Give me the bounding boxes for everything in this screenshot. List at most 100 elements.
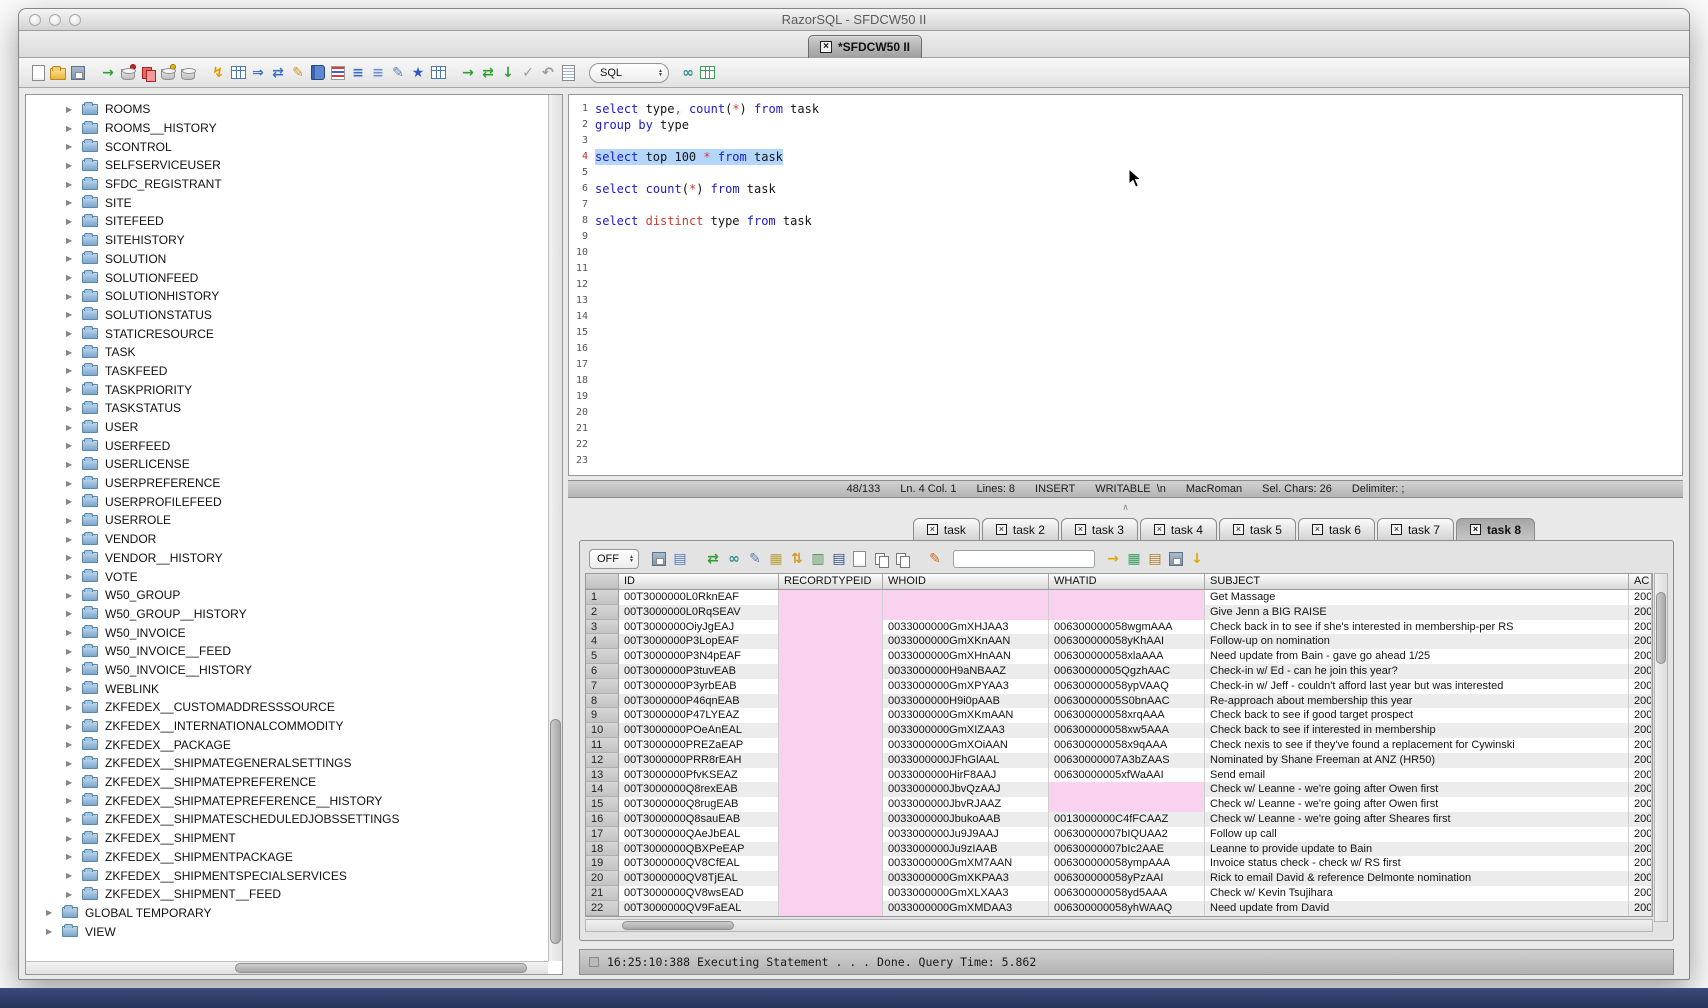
disclosure-triangle-icon[interactable]: ▶ [66,236,79,245]
sidebar-item-w50-group-history[interactable]: ▶W50_GROUP__HISTORY [26,605,562,624]
sidebar-item-zkfedex-shipment[interactable]: ▶ZKFEDEX__SHIPMENT [26,829,562,848]
tree-vscroll-thumb[interactable] [550,719,561,944]
disclosure-triangle-icon[interactable]: ▶ [66,385,79,394]
disclosure-triangle-icon[interactable]: ▶ [66,815,79,824]
title-bar[interactable]: RazorSQL - SFDCW50 II [19,9,1689,31]
sidebar-item-zkfedex-shipmentpackage[interactable]: ▶ZKFEDEX__SHIPMENTPACKAGE [26,848,562,867]
sidebar-item-userfeed[interactable]: ▶USERFEED [26,436,562,455]
export-doc-icon[interactable]: ⇒ [249,64,267,82]
sidebar-item-sfdc-registrant[interactable]: ▶SFDC_REGISTRANT [26,175,562,194]
disclosure-triangle-icon[interactable]: ▶ [66,703,79,712]
results-tab-task-6[interactable]: ×task 6 [1298,518,1375,540]
disclosure-triangle-icon[interactable]: ▶ [66,348,79,357]
new-file-icon[interactable] [29,64,47,82]
editor-line[interactable]: 4select top 100 * from task [569,149,1682,165]
table-row[interactable]: 400T3000000P3LopEAF0033000000GmXKnAAN006… [586,634,1652,649]
table-row[interactable]: 2000T3000000QV8TjEAL0033000000GmXKPAA300… [586,871,1652,886]
results-tab-task-2[interactable]: ×task 2 [982,518,1059,540]
editor-line[interactable]: 12 [569,277,1682,293]
zoom-window-icon[interactable] [69,14,81,26]
table-row[interactable]: 2200T3000000QV9FaEAL0033000000GmXMDAA300… [586,901,1652,916]
disclosure-triangle-icon[interactable]: ▶ [66,890,79,899]
disclosure-triangle-icon[interactable]: ▶ [66,535,79,544]
table-row[interactable]: 900T3000000P47LYEAZ0033000000GmXKmAAN006… [586,708,1652,723]
disclosure-triangle-icon[interactable]: ▶ [46,927,59,936]
close-window-icon[interactable] [29,14,41,26]
sidebar-item-sitefeed[interactable]: ▶SITEFEED [26,212,562,231]
sidebar-item-rooms[interactable]: ▶ROOMS [26,100,562,119]
editor-line[interactable]: 6select count(*) from task [569,181,1682,197]
editor-line[interactable]: 19 [569,389,1682,405]
sidebar-item-w50-invoice-history[interactable]: ▶W50_INVOICE__HISTORY [26,661,562,680]
results-tab-task-5[interactable]: ×task 5 [1219,518,1296,540]
table-row[interactable]: 800T3000000P46qnEAB0033000000H9i0pAAB006… [586,694,1652,709]
stop-icon[interactable] [589,957,599,967]
disconnect-all-icon[interactable] [139,64,157,82]
tree-hscroll-thumb[interactable] [235,963,527,973]
editor-line[interactable]: 7 [569,197,1682,213]
sidebar-item-taskpriority[interactable]: ▶TASKPRIORITY [26,380,562,399]
editor-line[interactable]: 17 [569,357,1682,373]
sidebar-item-solution[interactable]: ▶SOLUTION [26,250,562,269]
save-results-icon[interactable] [650,550,668,568]
table-refresh-icon[interactable]: ▥ [809,550,827,568]
sidebar-item-user[interactable]: ▶USER [26,418,562,437]
sidebar-item-solutionhistory[interactable]: ▶SOLUTIONHISTORY [26,287,562,306]
editor-line[interactable]: 3 [569,133,1682,149]
editor-line[interactable]: 20 [569,405,1682,421]
db-tools-icon[interactable] [179,64,197,82]
help-book-icon[interactable] [309,64,327,82]
sidebar-item-userrole[interactable]: ▶USERROLE [26,511,562,530]
copy-table-icon[interactable] [893,550,911,568]
sql-editor[interactable]: 1select type, count(*) from task2group b… [568,94,1683,476]
editor-line[interactable]: 8select distinct type from task [569,213,1682,229]
merge-rows-icon[interactable]: ▦ [767,550,785,568]
table-row[interactable]: 1200T3000000PRR8rEAH0033000000JFhGlAAL00… [586,753,1652,768]
table-row[interactable]: 200T3000000L0RqSEAVGive Jenn a BIG RAISE… [586,605,1652,620]
table-vscroll-thumb[interactable] [1656,592,1666,664]
sidebar-item-rooms-history[interactable]: ▶ROOMS__HISTORY [26,119,562,138]
column-header[interactable]: ID [619,574,779,589]
table-row[interactable]: 700T3000000P3yrbEAB0033000000GmXPYAA3006… [586,679,1652,694]
format-edit-icon[interactable]: ✎ [389,64,407,82]
tab-close-icon[interactable]: × [1233,524,1244,535]
sidebar-item-zkfedex-shipmategeneralsettings[interactable]: ▶ZKFEDEX__SHIPMATEGENERALSETTINGS [26,754,562,773]
disclosure-triangle-icon[interactable]: ▶ [66,572,79,581]
sidebar-item-userprofilefeed[interactable]: ▶USERPROFILEFEED [26,492,562,511]
table-row[interactable]: 300T3000000OiyJgEAJ0033000000GmXHJAA3006… [586,620,1652,635]
sort-updown-icon[interactable]: ⇅ [788,550,806,568]
editor-line[interactable]: 23 [569,453,1682,469]
column-header[interactable]: WHATID [1049,574,1205,589]
disclosure-triangle-icon[interactable]: ▶ [66,871,79,880]
sidebar-item-vote[interactable]: ▶VOTE [26,567,562,586]
table-row[interactable]: 100T3000000L0RknEAFGet Massage200 [586,590,1652,605]
new-db-icon[interactable] [159,64,177,82]
document-tab[interactable]: × *SFDCW50 II [808,35,922,58]
editor-line[interactable]: 22 [569,437,1682,453]
sidebar-item-vendor-history[interactable]: ▶VENDOR__HISTORY [26,549,562,568]
sidebar-item-scontrol[interactable]: ▶SCONTROL [26,137,562,156]
disclosure-triangle-icon[interactable]: ▶ [66,516,79,525]
sidebar-item-site[interactable]: ▶SITE [26,193,562,212]
sidebar-item-view[interactable]: ▶VIEW [26,922,562,941]
results-tab-task-7[interactable]: ×task 7 [1377,518,1454,540]
editor-line[interactable]: 5 [569,165,1682,181]
editor-line[interactable]: 14 [569,309,1682,325]
sidebar-item-weblink[interactable]: ▶WEBLINK [26,679,562,698]
filter-results-icon[interactable]: ▤ [671,550,689,568]
column-header[interactable]: AC [1629,574,1652,589]
script-view-icon[interactable]: ▤ [1146,550,1164,568]
table-row[interactable]: 500T3000000P3N4pEAF0033000000GmXHnAAN006… [586,649,1652,664]
tab-close-icon[interactable]: × [1075,524,1086,535]
swap-icon[interactable]: ⇄ [479,64,497,82]
rollback-icon[interactable]: ↶ [539,64,557,82]
table-hscroll-thumb[interactable] [622,921,734,930]
results-list-icon[interactable] [699,64,717,82]
disclosure-triangle-icon[interactable]: ▶ [66,105,79,114]
disclosure-triangle-icon[interactable]: ▶ [66,479,79,488]
disclosure-triangle-icon[interactable]: ▶ [66,852,79,861]
table-vertical-scrollbar[interactable] [1654,573,1668,922]
form-view-icon[interactable]: ▤ [830,550,848,568]
results-search-input[interactable] [953,550,1095,568]
disclosure-triangle-icon[interactable]: ▶ [66,292,79,301]
